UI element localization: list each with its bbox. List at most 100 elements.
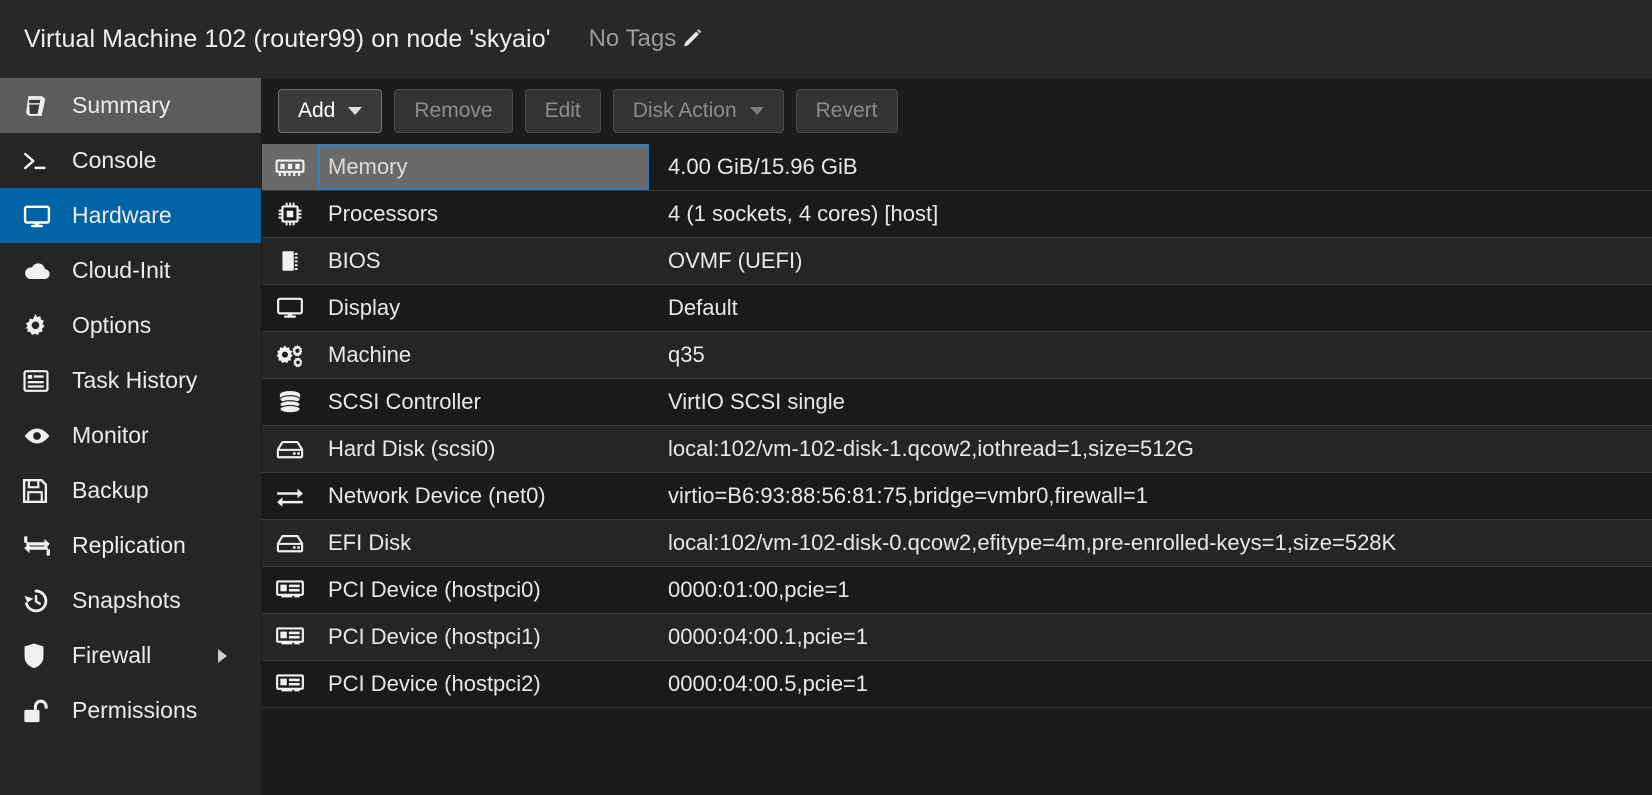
row-value: 0000:04:00.1,pcie=1 [668, 624, 869, 649]
row-name: PCI Device (hostpci0) [328, 577, 541, 602]
bios-chip-icon [262, 238, 318, 284]
content-area: Add Remove Edit Disk Action Revert Memor… [262, 78, 1652, 795]
table-cell-name: Memory [318, 144, 649, 190]
remove-button[interactable]: Remove [394, 89, 513, 133]
no-tags-label: No Tags [588, 25, 677, 52]
sidebar: Summary Console Hardware Cloud-Init Opti… [0, 78, 262, 795]
row-value: virtio=B6:93:88:56:81:75,bridge=vmbr0,fi… [668, 483, 1149, 508]
harddisk-icon [262, 426, 318, 472]
row-name: PCI Device (hostpci2) [328, 671, 541, 696]
harddisk-icon [262, 520, 318, 566]
table-cell-name: SCSI Controller [318, 379, 649, 425]
table-row[interactable]: Network Device (net0) virtio=B6:93:88:56… [262, 473, 1652, 520]
table-cell-name: PCI Device (hostpci0) [318, 567, 649, 613]
network-icon [262, 473, 318, 519]
row-value: 0000:01:00,pcie=1 [668, 577, 850, 602]
pcicard-icon [262, 567, 318, 613]
sidebar-item-snapshots[interactable]: Snapshots [0, 573, 261, 628]
sidebar-item-label: Cloud-Init [72, 257, 171, 283]
table-row[interactable]: Machine q35 [262, 332, 1652, 379]
sidebar-item-cloud-init[interactable]: Cloud-Init [0, 243, 261, 298]
row-value: 0000:04:00.5,pcie=1 [668, 671, 869, 696]
sidebar-item-replication[interactable]: Replication [0, 518, 261, 573]
sidebar-item-task-history[interactable]: Task History [0, 353, 261, 408]
table-cell-name: BIOS [318, 238, 649, 284]
pcicard-icon [262, 661, 318, 707]
eye-icon [22, 422, 56, 450]
sidebar-item-options[interactable]: Options [0, 298, 261, 353]
row-value: 4 (1 sockets, 4 cores) [host] [668, 201, 939, 226]
table-cell-name: PCI Device (hostpci1) [318, 614, 649, 660]
table-row[interactable]: Processors 4 (1 sockets, 4 cores) [host] [262, 191, 1652, 238]
row-name: Display [328, 295, 401, 320]
sync-icon [22, 532, 56, 560]
table-row[interactable]: Display Default [262, 285, 1652, 332]
sidebar-item-monitor[interactable]: Monitor [0, 408, 261, 463]
row-value: VirtIO SCSI single [668, 389, 845, 414]
table-cell-name: PCI Device (hostpci2) [318, 661, 649, 707]
sidebar-item-label: Task History [72, 367, 198, 393]
page-title: Virtual Machine 102 (router99) on node '… [24, 24, 551, 53]
row-name: Hard Disk (scsi0) [328, 436, 496, 461]
row-name: Machine [328, 342, 412, 367]
table-row[interactable]: Memory 4.00 GiB/15.96 GiB [262, 144, 1652, 191]
disk-action-button[interactable]: Disk Action [612, 89, 784, 133]
display-icon [262, 285, 318, 331]
row-value: local:102/vm-102-disk-1.qcow2,iothread=1… [668, 436, 1194, 461]
terminal-icon [22, 147, 56, 175]
sidebar-item-console[interactable]: Console [0, 133, 261, 188]
sidebar-item-label: Backup [72, 477, 149, 503]
database-icon [262, 379, 318, 425]
pencil-icon[interactable] [680, 27, 704, 51]
table-cell-name: EFI Disk [318, 520, 649, 566]
table-row[interactable]: BIOS OVMF (UEFI) [262, 238, 1652, 285]
sidebar-item-label: Snapshots [72, 587, 181, 613]
history-icon [22, 587, 56, 615]
row-name: BIOS [328, 248, 381, 273]
sidebar-item-permissions[interactable]: Permissions [0, 683, 261, 738]
add-button[interactable]: Add [278, 89, 383, 133]
remove-button-label: Remove [414, 99, 493, 122]
memory-icon [262, 144, 318, 190]
floppy-icon [22, 477, 56, 505]
revert-button-label: Revert [815, 99, 878, 122]
hardware-table: Memory 4.00 GiB/15.96 GiB Processors 4 (… [262, 144, 1652, 708]
edit-button[interactable]: Edit [524, 89, 601, 133]
chevron-right-icon [218, 648, 227, 663]
row-name: SCSI Controller [328, 389, 481, 414]
table-cell-name: Network Device (net0) [318, 473, 649, 519]
cpu-icon [262, 191, 318, 237]
add-button-label: Add [298, 99, 336, 122]
table-cell-name: Machine [318, 332, 649, 378]
sidebar-item-summary[interactable]: Summary [0, 78, 261, 133]
table-row[interactable]: EFI Disk local:102/vm-102-disk-0.qcow2,e… [262, 520, 1652, 567]
unlock-icon [22, 697, 56, 725]
sidebar-item-label: Monitor [72, 422, 149, 448]
cloud-icon [22, 257, 56, 285]
revert-button[interactable]: Revert [795, 89, 898, 133]
row-value: Default [668, 295, 738, 320]
table-cell-name: Processors [318, 191, 649, 237]
pcicard-icon [262, 614, 318, 660]
table-row[interactable]: PCI Device (hostpci0) 0000:01:00,pcie=1 [262, 567, 1652, 614]
chevron-down-icon [348, 107, 363, 115]
table-row[interactable]: SCSI Controller VirtIO SCSI single [262, 379, 1652, 426]
sidebar-item-hardware[interactable]: Hardware [0, 188, 261, 243]
table-row[interactable]: Hard Disk (scsi0) local:102/vm-102-disk-… [262, 426, 1652, 473]
sidebar-item-label: Summary [72, 92, 171, 118]
tags-area[interactable]: No Tags [589, 25, 705, 53]
sidebar-item-firewall[interactable]: Firewall [0, 628, 261, 683]
sidebar-item-backup[interactable]: Backup [0, 463, 261, 518]
monitor-icon [22, 202, 56, 230]
row-name: PCI Device (hostpci1) [328, 624, 541, 649]
table-row[interactable]: PCI Device (hostpci1) 0000:04:00.1,pcie=… [262, 614, 1652, 661]
sidebar-item-label: Firewall [72, 642, 152, 668]
row-name: EFI Disk [328, 530, 412, 555]
row-value: local:102/vm-102-disk-0.qcow2,efitype=4m… [668, 530, 1397, 555]
table-row[interactable]: PCI Device (hostpci2) 0000:04:00.5,pcie=… [262, 661, 1652, 708]
sidebar-item-label: Hardware [72, 202, 172, 228]
row-name: Processors [328, 201, 439, 226]
table-cell-name: Hard Disk (scsi0) [318, 426, 649, 472]
row-value: 4.00 GiB/15.96 GiB [668, 154, 858, 179]
row-name: Network Device (net0) [328, 483, 546, 508]
